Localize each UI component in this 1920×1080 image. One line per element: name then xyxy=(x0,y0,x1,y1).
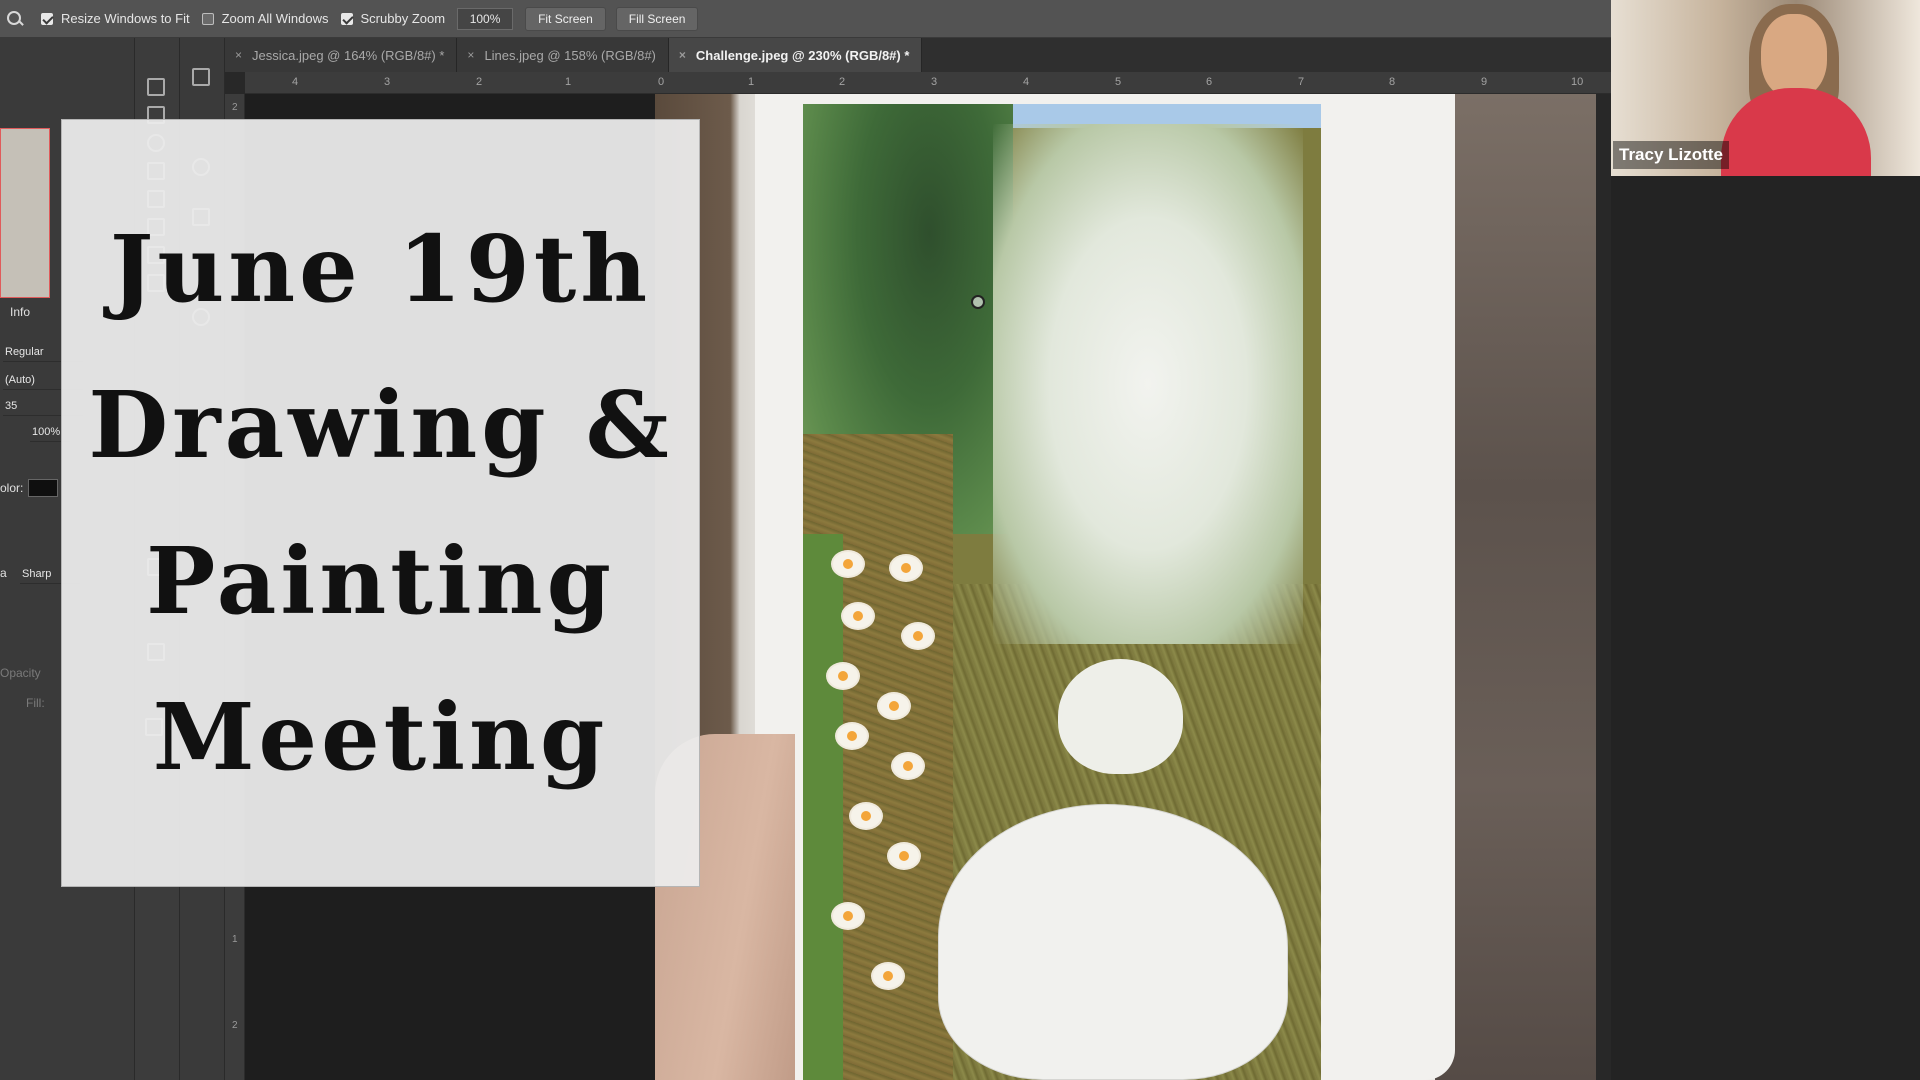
scrubby-zoom-label: Scrubby Zoom xyxy=(360,11,446,26)
text-color-swatch[interactable] xyxy=(28,479,58,497)
ruler-tick-label: 1 xyxy=(232,934,238,945)
painting-flower xyxy=(837,724,867,748)
title-overlay: June 19th Drawing & Painting Meeting xyxy=(61,119,700,887)
zoom-percent-field[interactable]: 100% xyxy=(457,7,514,30)
color-label: olor: xyxy=(0,481,24,495)
painting-flower xyxy=(873,964,903,988)
zoom-cursor-icon xyxy=(971,295,985,309)
brush-preset-icon[interactable] xyxy=(192,68,210,86)
ruler-tick-label: 2 xyxy=(476,76,483,88)
painting-white-tree xyxy=(993,124,1303,644)
ruler-tick-label: 6 xyxy=(1206,76,1213,88)
resize-windows-label: Resize Windows to Fit xyxy=(61,11,190,26)
painting-flower xyxy=(879,694,909,718)
title-line: Meeting xyxy=(152,683,609,791)
document-tab-bar: × Jessica.jpeg @ 164% (RGB/8#) * × Lines… xyxy=(225,38,1611,72)
tab-lines[interactable]: × Lines.jpeg @ 158% (RGB/8#) xyxy=(457,38,669,72)
background-room xyxy=(1435,94,1596,1080)
ruler-tick-label: 2 xyxy=(839,76,846,88)
ruler-tick-label: 5 xyxy=(1115,76,1122,88)
scrubby-zoom-checkbox[interactable]: Scrubby Zoom xyxy=(340,11,446,26)
painting-flower xyxy=(893,754,923,778)
painting-flower xyxy=(828,664,858,688)
ruler-tick-label: 2 xyxy=(232,1020,238,1031)
ruler-tick-label: 10 xyxy=(1571,76,1584,88)
checkbox-checked-icon[interactable] xyxy=(41,12,53,25)
ruler-tick-label: 1 xyxy=(748,76,755,88)
ruler-tick-label: 4 xyxy=(1023,76,1030,88)
participant-name-label: Tracy Lizotte xyxy=(1613,141,1729,169)
tab-label: Jessica.jpeg @ 164% (RGB/8#) * xyxy=(252,47,445,63)
painting-photo xyxy=(655,94,1596,1080)
move-tool-icon[interactable] xyxy=(147,78,165,96)
title-line: June 19th xyxy=(109,215,652,323)
zoom-tool-icon[interactable] xyxy=(7,10,23,27)
painting-flower xyxy=(903,624,933,648)
painting-pot xyxy=(1058,659,1183,774)
ruler-tick-label: 2 xyxy=(232,102,238,113)
meeting-sidebar-empty xyxy=(1611,176,1920,1080)
navigator-thumbnail[interactable] xyxy=(0,128,50,298)
fill-label: Fill: xyxy=(26,696,45,710)
close-icon[interactable]: × xyxy=(467,48,474,62)
title-line: Drawing & xyxy=(88,371,673,479)
opacity-label: Opacity xyxy=(0,666,41,680)
checkbox-checked-icon[interactable] xyxy=(340,12,353,25)
fill-screen-button[interactable]: Fill Screen xyxy=(615,6,699,31)
checkbox-unchecked-icon[interactable] xyxy=(201,12,214,25)
tab-label: Lines.jpeg @ 158% (RGB/8#) xyxy=(484,47,656,63)
zoom-all-windows-checkbox[interactable]: Zoom All Windows xyxy=(201,11,329,26)
painting-flower xyxy=(851,804,881,828)
ruler-tick-label: 1 xyxy=(565,76,572,88)
title-line: Painting xyxy=(146,527,615,635)
painting-flower xyxy=(889,844,919,868)
close-icon[interactable]: × xyxy=(235,48,242,62)
ruler-tick-label: 9 xyxy=(1481,76,1488,88)
options-bar: Resize Windows to Fit Zoom All Windows S… xyxy=(0,0,1611,38)
painting-flower xyxy=(843,604,873,628)
participant-face xyxy=(1761,14,1827,98)
painting-flower xyxy=(833,904,863,928)
painting-flower xyxy=(891,556,921,580)
fit-screen-button[interactable]: Fit Screen xyxy=(525,6,606,31)
ruler-tick-label: 4 xyxy=(292,76,299,88)
info-panel-label[interactable]: Info xyxy=(10,305,30,319)
ruler-tick-label: 7 xyxy=(1298,76,1305,88)
painting-green-edge xyxy=(803,534,843,1080)
participant-video-tile[interactable]: Tracy Lizotte xyxy=(1611,0,1920,176)
painting-flower xyxy=(833,552,863,576)
ruler-tick-label: 3 xyxy=(931,76,938,88)
ruler-tick-label: 3 xyxy=(384,76,391,88)
zoom-all-windows-label: Zoom All Windows xyxy=(221,11,329,26)
close-icon[interactable]: × xyxy=(679,48,686,62)
ruler-tick-label: 0 xyxy=(658,76,665,88)
resize-windows-checkbox[interactable]: Resize Windows to Fit xyxy=(41,11,190,26)
tab-challenge[interactable]: × Challenge.jpeg @ 230% (RGB/8#) * xyxy=(668,38,923,72)
horizontal-ruler[interactable]: 4 3 2 1 0 1 2 3 4 5 6 7 8 9 10 xyxy=(245,72,1611,94)
ruler-tick-label: 8 xyxy=(1389,76,1396,88)
antialias-prefix: a xyxy=(0,566,7,580)
tab-jessica[interactable]: × Jessica.jpeg @ 164% (RGB/8#) * xyxy=(225,38,458,72)
tab-label: Challenge.jpeg @ 230% (RGB/8#) * xyxy=(695,47,910,63)
watercolor-painting xyxy=(803,104,1321,1080)
